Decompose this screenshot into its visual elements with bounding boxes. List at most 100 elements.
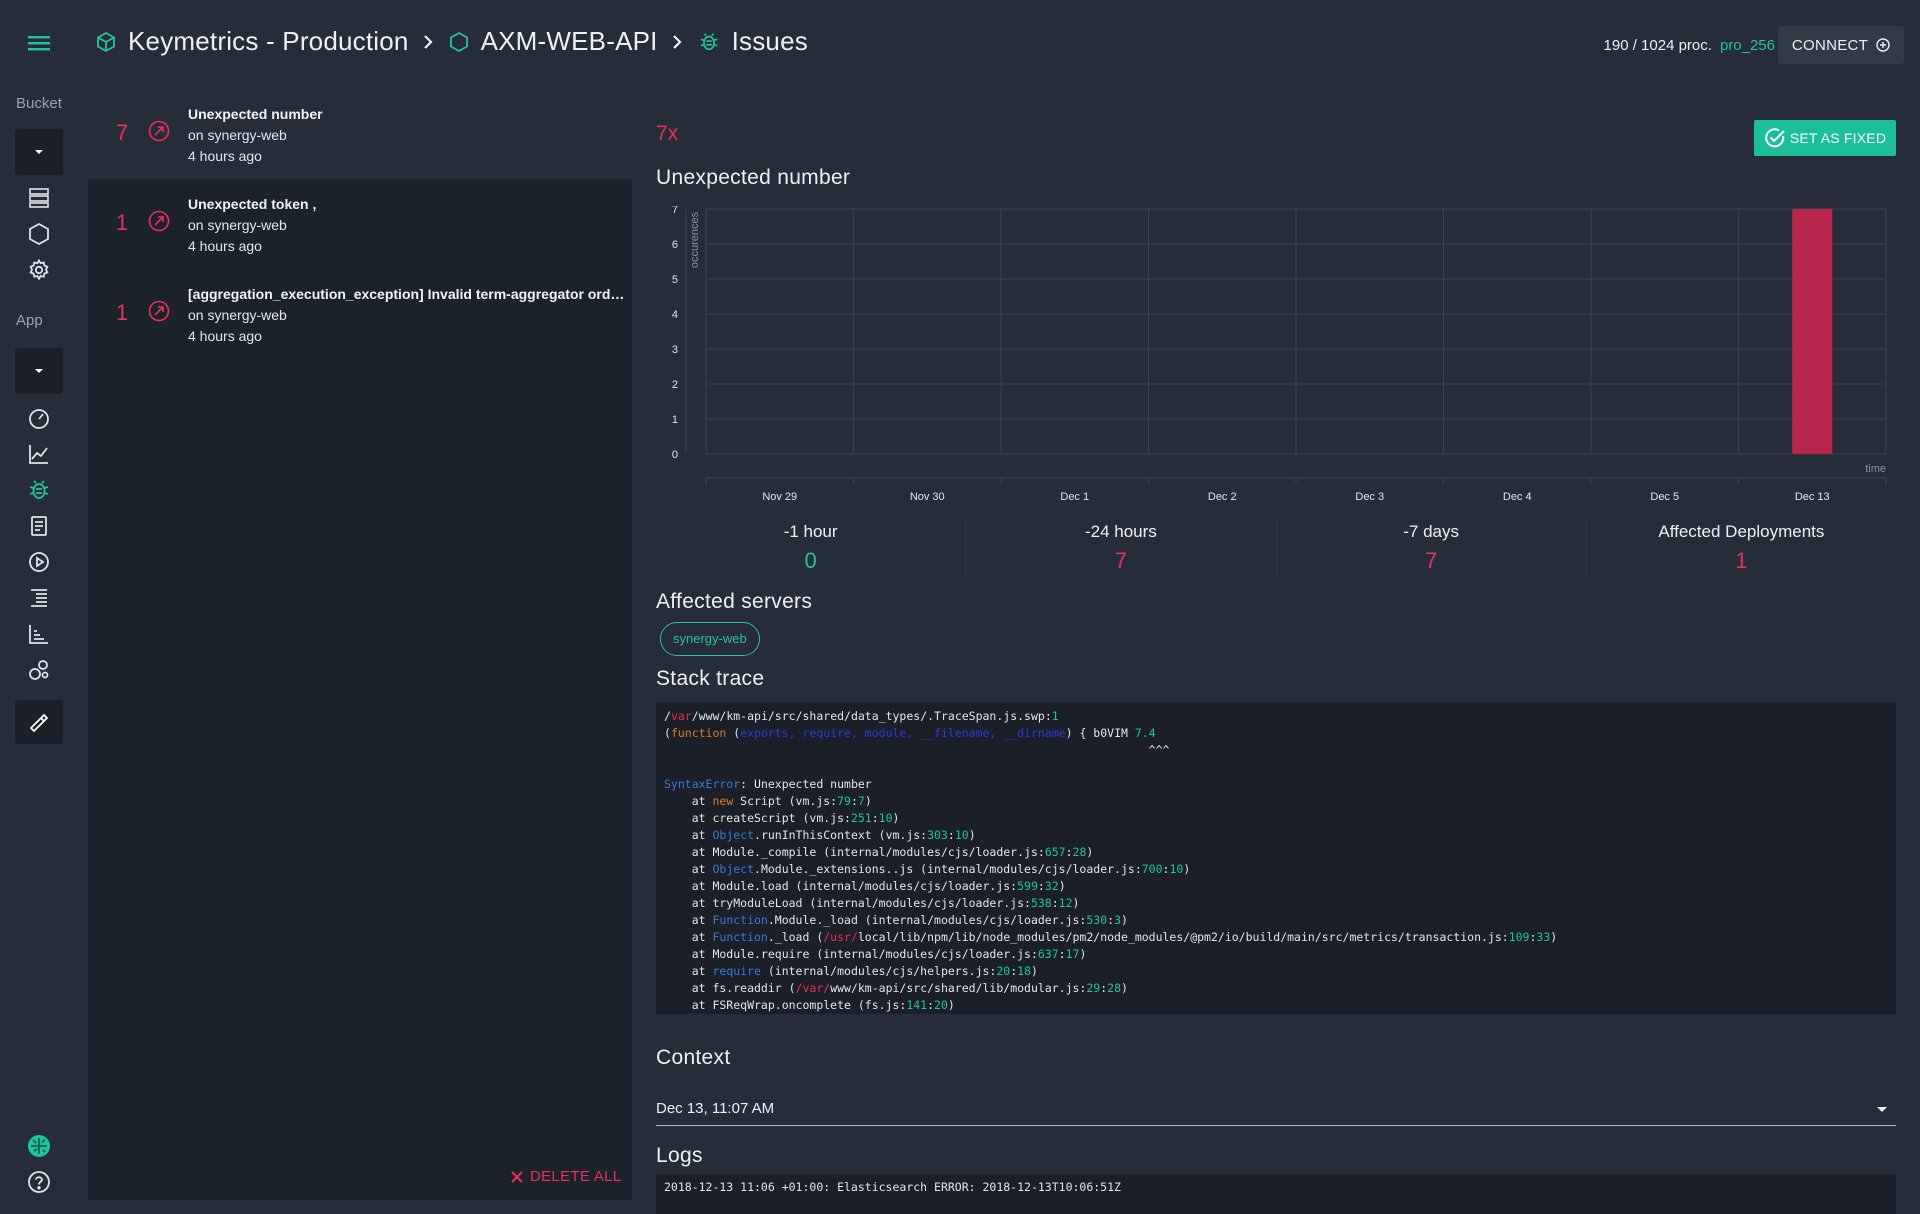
- chevron-right-icon: [672, 34, 682, 50]
- compass-icon: [148, 210, 170, 232]
- issue-source: on synergy-web: [188, 307, 287, 323]
- plus-circle-icon: [1876, 38, 1890, 52]
- y-tick-label: 2: [672, 379, 678, 391]
- logs-output: 2018-12-13 11:06 +01:00: Elasticsearch E…: [656, 1174, 1896, 1214]
- breadcrumb-page: Issues: [731, 26, 808, 56]
- servers-list-icon[interactable]: [27, 186, 51, 210]
- stats-row: -1 hour 0 -24 hours 7 -7 days 7 Affected…: [656, 518, 1896, 578]
- set-as-fixed-label: SET AS FIXED: [1789, 130, 1887, 146]
- y-tick-label: 0: [672, 449, 678, 461]
- issue-item[interactable]: 1 Unexpected token , on synergy-web 4 ho…: [88, 180, 632, 270]
- chevron-right-icon: [423, 34, 433, 50]
- affected-servers-heading: Affected servers: [656, 590, 813, 613]
- stat-1-hour: -1 hour 0: [656, 518, 965, 578]
- x-tick-label: Dec 3: [1355, 491, 1384, 503]
- bug-icon[interactable]: [27, 478, 51, 502]
- plan-name[interactable]: pro_256: [1720, 37, 1775, 54]
- bar: [1792, 209, 1833, 454]
- x-tick-label: Dec 5: [1650, 491, 1679, 503]
- issue-count: 1: [115, 210, 129, 235]
- check-circle-icon: [1765, 128, 1785, 148]
- issue-time: 4 hours ago: [188, 148, 262, 164]
- bucket-cube-icon: [96, 31, 116, 53]
- hamburger-menu-icon[interactable]: [28, 34, 52, 54]
- issue-heading: Unexpected number: [656, 166, 851, 189]
- x-tick-label: Dec 2: [1208, 491, 1237, 503]
- issue-time: 4 hours ago: [188, 238, 262, 254]
- x-axis-label: time: [1865, 463, 1886, 475]
- set-as-fixed-button[interactable]: SET AS FIXED: [1754, 120, 1896, 156]
- gear-icon[interactable]: [27, 258, 51, 282]
- y-tick-label: 6: [672, 239, 678, 251]
- issue-title: Unexpected number: [188, 106, 323, 122]
- dashboard-gauge-icon[interactable]: [27, 406, 51, 430]
- stat-24-hours: -24 hours 7: [965, 518, 1275, 578]
- breadcrumb-app[interactable]: AXM-WEB-API: [481, 26, 658, 57]
- bar-chart-icon[interactable]: [27, 622, 51, 646]
- proc-count-text: 190 / 1024 proc.: [1603, 37, 1712, 54]
- issue-time: 4 hours ago: [188, 328, 262, 344]
- issue-source: on synergy-web: [188, 217, 287, 233]
- y-tick-label: 4: [672, 309, 678, 321]
- issue-source: on synergy-web: [188, 127, 287, 143]
- context-selected-value: Dec 13, 11:07 AM: [656, 1100, 775, 1117]
- app-dropdown[interactable]: [15, 348, 63, 394]
- user-avatar[interactable]: [27, 1134, 51, 1158]
- y-axis-label: occurences: [689, 211, 701, 268]
- y-tick-label: 1: [672, 414, 678, 426]
- stat-label: Affected Deployments: [1658, 522, 1825, 541]
- process-count: 190 / 1024 proc. pro_256: [1604, 37, 1775, 54]
- breadcrumb: Keymetrics - Production AXM-WEB-API Issu…: [96, 26, 808, 57]
- x-tick-label: Nov 30: [910, 491, 945, 503]
- issue-title: [aggregation_execution_exception] Invali…: [188, 286, 628, 302]
- stat-value: 0: [804, 548, 817, 573]
- stat-value: 7: [1114, 548, 1127, 573]
- stat-value: 7: [1425, 548, 1438, 573]
- issue-title: Unexpected token ,: [188, 196, 317, 212]
- document-icon[interactable]: [27, 514, 51, 538]
- issue-count: 7: [115, 120, 129, 145]
- magic-wand-button[interactable]: [15, 700, 63, 744]
- bug-icon: [698, 31, 720, 53]
- stat-label: -1 hour: [783, 522, 838, 541]
- left-rail: Bucket App: [0, 0, 80, 1200]
- compass-icon: [148, 300, 170, 322]
- x-tick-label: Dec 4: [1503, 491, 1532, 503]
- y-tick-label: 5: [672, 274, 678, 286]
- stat-label: -7 days: [1403, 522, 1459, 541]
- help-icon[interactable]: [27, 1170, 51, 1194]
- bucket-dropdown[interactable]: [15, 129, 63, 175]
- magic-wand-icon: [29, 713, 49, 733]
- y-tick-label: 3: [672, 344, 678, 356]
- issue-detail: 7x SET AS FIXED Unexpected number 0 1 2 3 4 5…: [656, 90, 1896, 1214]
- caret-down-icon: [1877, 1107, 1887, 1112]
- caret-down-icon: [35, 150, 43, 154]
- breadcrumb-bucket[interactable]: Keymetrics - Production: [128, 26, 409, 57]
- stat-value: 1: [1735, 548, 1748, 573]
- compass-icon: [148, 120, 170, 142]
- issue-item[interactable]: 7 Unexpected number on synergy-web 4 hou…: [88, 90, 632, 180]
- indent-list-icon[interactable]: [27, 586, 51, 610]
- x-tick-label: Nov 29: [762, 491, 797, 503]
- hexagon-icon[interactable]: [27, 222, 51, 246]
- connect-label: CONNECT: [1791, 36, 1869, 54]
- issue-item[interactable]: 1 [aggregation_execution_exception] Inva…: [88, 270, 632, 360]
- server-chip[interactable]: synergy-web: [660, 622, 760, 656]
- play-circle-icon[interactable]: [27, 550, 51, 574]
- stat-affected-deployments: Affected Deployments 1: [1585, 518, 1896, 578]
- stack-trace-heading: Stack trace: [656, 667, 765, 690]
- x-tick-label: Dec 13: [1795, 491, 1830, 503]
- delete-all-button[interactable]: DELETE ALL: [510, 1168, 621, 1185]
- bubbles-icon[interactable]: [27, 658, 51, 682]
- caret-down-icon: [35, 369, 43, 373]
- context-select[interactable]: Dec 13, 11:07 AM: [656, 1092, 1896, 1126]
- stat-label: -24 hours: [1084, 522, 1157, 541]
- delete-all-label: DELETE ALL: [530, 1168, 622, 1185]
- line-chart-icon[interactable]: [27, 442, 51, 466]
- connect-button[interactable]: CONNECT: [1778, 26, 1904, 64]
- logs-heading: Logs: [656, 1144, 703, 1167]
- bucket-section-label: Bucket: [16, 95, 62, 112]
- occurrence-count: 7x: [656, 122, 679, 145]
- x-tick-label: Dec 1: [1060, 491, 1089, 503]
- y-tick-label: 7: [672, 206, 678, 216]
